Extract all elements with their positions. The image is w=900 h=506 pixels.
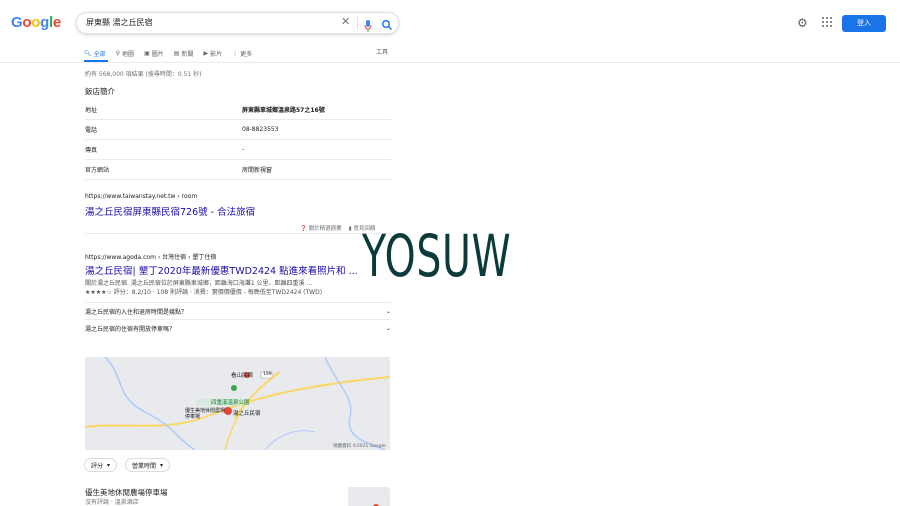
feedback-icon: ▮ (348, 226, 352, 232)
chip-label: 營業時間 (132, 462, 157, 470)
result-stats: 約有 568,000 項結果 (搜尋時間：0.51 秒) (85, 71, 202, 78)
section-divider (85, 233, 391, 234)
faq-item[interactable]: 湯之丘民宿的住宿有開放停車嗎？ ⌄ (85, 319, 391, 336)
rating-line: ★★★★☆ 評分：8.2/10 · 108 則評論 · 消費：實價價優價 - 每… (85, 289, 323, 296)
row-value: 08-8823553 (242, 126, 279, 133)
row-key: 官方網站 (85, 167, 110, 174)
more-dots-icon: ⋮ (232, 49, 239, 57)
row-value: 屏東縣車城鄉溫泉路57之16號 (242, 107, 325, 114)
map-label: 四重溪溫泉公園 (211, 400, 250, 406)
tools-button[interactable]: 工具 (376, 47, 388, 56)
tab-all[interactable]: 🔍︎ 全部 (84, 46, 106, 60)
road-number: 199 (263, 372, 272, 377)
apps-grid-icon[interactable] (822, 17, 832, 27)
faq-question: 湯之丘民宿的住宿有開放停車嗎？ (85, 325, 176, 333)
row-key: 地址 (85, 107, 98, 114)
search-icon: 🔍︎ (84, 49, 92, 57)
caret-down-icon: ▾ (107, 461, 111, 469)
hotel-info-table: 地址 屏東縣車城鄉溫泉路57之16號 電話 08-8823553 傳真 - 官方網站 房… (85, 100, 391, 180)
clear-icon[interactable]: ✕ (341, 15, 350, 28)
image-icon: ▣ (144, 49, 150, 57)
caret-down-icon: ▾ (160, 461, 164, 469)
row-value[interactable]: 房間新視窗 (242, 165, 272, 174)
help-icon: ❓ (300, 226, 307, 232)
microphone-icon[interactable] (364, 17, 372, 36)
google-logo[interactable]: Google (11, 14, 61, 31)
result-snippet: 關於湯之丘民宿. 湯之丘民宿位於屏東縣車城鄉，距離海口海灘1 公里、距離四重溪 … (85, 280, 313, 287)
result-url: https://www.agoda.com › 台灣住宿 › 墾丁住宿 (85, 254, 217, 261)
chip-label: 評分 (91, 462, 104, 470)
about-snippet-link[interactable]: 關於精選摘要 (309, 226, 342, 232)
video-icon: ▶ (203, 49, 209, 57)
faq-item[interactable]: 湯之丘民宿的入住和退房時間是幾點？ ⌄ (85, 302, 391, 319)
table-row: 電話 08-8823553 (85, 120, 391, 140)
hours-filter-chip[interactable]: 營業時間 ▾ (125, 458, 171, 472)
chevron-down-icon: ⌄ (385, 307, 391, 315)
local-result-thumbnail[interactable] (348, 487, 390, 506)
map-label: 湯之丘民宿 (233, 411, 261, 417)
tab-news[interactable]: ▤ 新聞 (174, 46, 194, 60)
header-divider (0, 62, 900, 63)
result-url: https://www.taiwanstay.net.tw › room (85, 193, 198, 200)
tab-videos[interactable]: ▶ 影片 (203, 46, 222, 60)
search-divider (357, 17, 358, 30)
news-icon: ▤ (173, 49, 180, 57)
map-copyright: 地圖資料 ©2021 Google (333, 444, 386, 449)
gear-icon[interactable]: ⚙ (797, 16, 808, 30)
row-key: 傳真 (85, 147, 98, 154)
rating-filter-chip[interactable]: 評分 ▾ (84, 458, 118, 472)
signin-button[interactable]: 登入 (842, 15, 886, 32)
row-value: - (242, 146, 245, 153)
search-input[interactable]: 屏東縣 湯之丘民宿 (86, 17, 153, 28)
tab-more[interactable]: ⋮ 更多 (232, 46, 252, 60)
table-row: 傳真 - (85, 140, 391, 160)
chevron-down-icon: ⌄ (385, 324, 391, 332)
search-icon[interactable] (381, 16, 393, 35)
thumbnail-map (348, 487, 390, 506)
search-box[interactable]: 屏東縣 湯之丘民宿 ✕ (76, 12, 399, 34)
tab-maps[interactable]: ⚲ 地圖 (116, 46, 134, 60)
local-map[interactable]: 看山民宿 199 四重溪溫泉公園 優生美地休閒農場停車場 湯之丘民宿 地圖資料 … (85, 357, 390, 450)
table-row: 官方網站 房間新視窗 (85, 160, 391, 180)
hotel-info-title: 飯店簡介 (85, 87, 115, 96)
watermark: YOSUW (362, 222, 512, 290)
row-key: 電話 (85, 127, 98, 134)
local-result-reviews: 沒有評論 · 溫泉酒店 (85, 499, 139, 506)
search-results-page: Google 屏東縣 湯之丘民宿 ✕ ⚙ 登入 🔍︎ 全部 ⚲ 地圖 ▣ 圖片 ▤ 新聞… (0, 0, 900, 506)
result-title-link[interactable]: 湯之丘民宿屏東縣民宿726號 - 合法旅宿 (85, 204, 255, 218)
search-tabs: 🔍︎ 全部 ⚲ 地圖 ▣ 圖片 ▤ 新聞 ▶ 影片 ⋮ 更多 (84, 46, 252, 60)
map-label: 看山民宿 (231, 373, 254, 379)
table-row: 地址 屏東縣車城鄉溫泉路57之16號 (85, 100, 391, 120)
tab-images[interactable]: ▣ 圖片 (144, 46, 164, 60)
faq-question: 湯之丘民宿的入住和退房時間是幾點？ (85, 308, 188, 316)
result-title-link[interactable]: 湯之丘民宿| 墾丁2020年最新優惠TWD2424 點進來看照片和 ... (85, 263, 358, 277)
map-label: 優生美地休閒農場停車場 (185, 408, 226, 420)
map-pin-icon: ⚲ (115, 49, 121, 57)
